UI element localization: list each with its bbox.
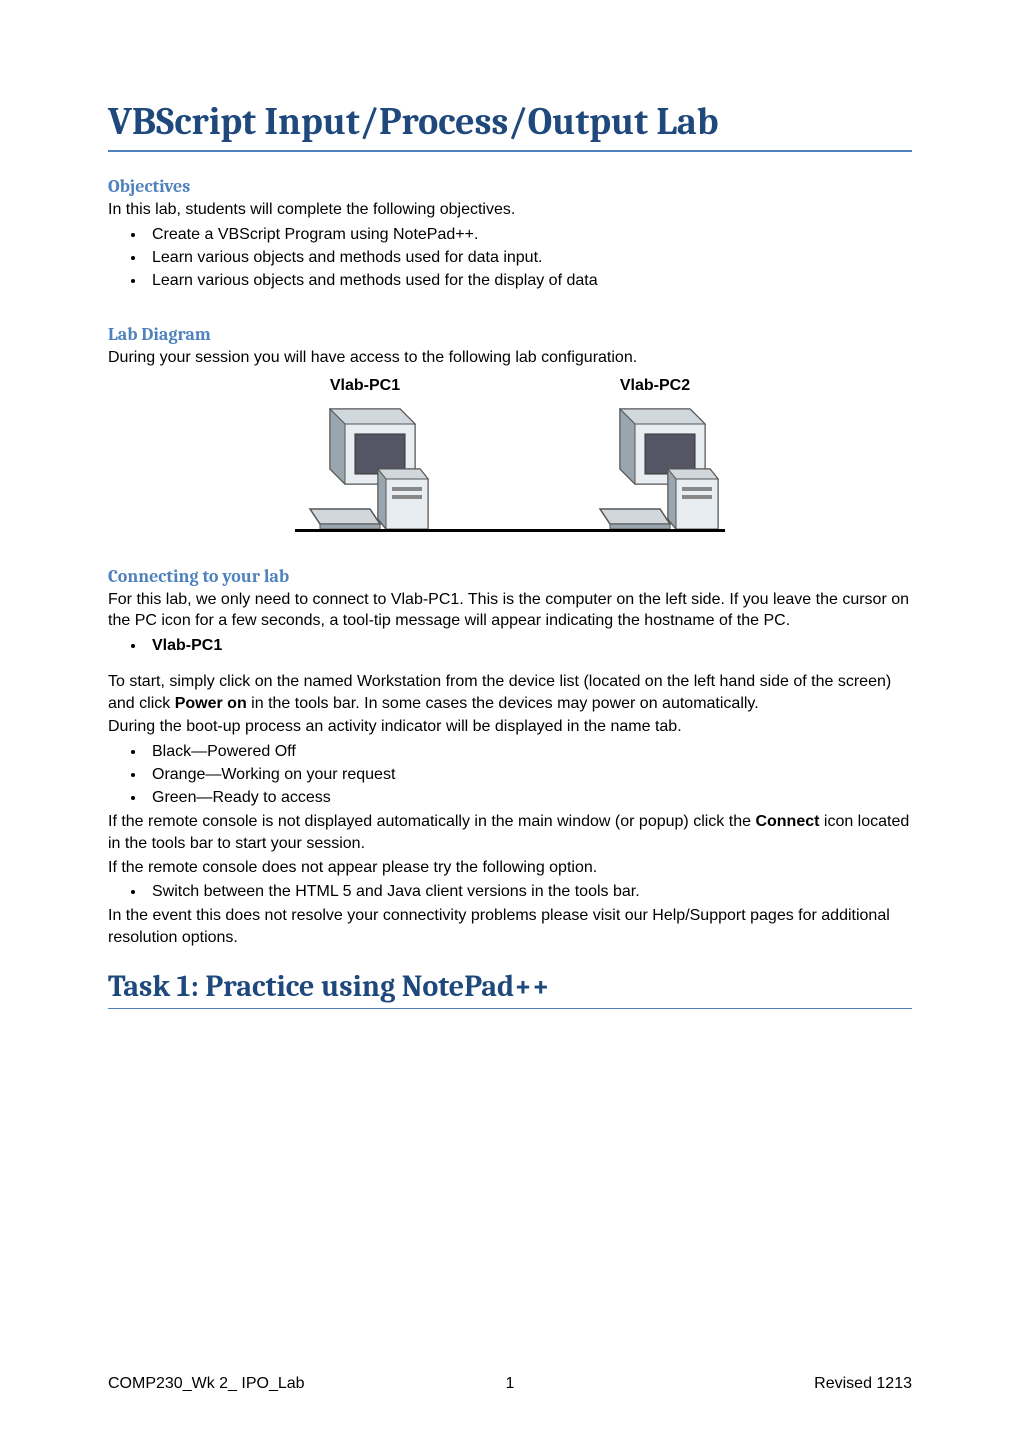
list-item: Create a VBScript Program using NotePad+… <box>146 223 912 246</box>
document-title: VBScript Input/Process/Output Lab <box>108 100 912 152</box>
list-item: Orange—Working on your request <box>146 763 912 786</box>
connecting-p4: If the remote console is not displayed a… <box>108 811 912 854</box>
lab-diagram-heading: Lab Diagram <box>108 324 912 345</box>
pc2-label: Vlab-PC2 <box>620 377 690 395</box>
connecting-heading: Connecting to your lab <box>108 566 912 587</box>
connect-label: Connect <box>755 813 819 830</box>
lab-diagram: Vlab-PC1 <box>108 377 912 534</box>
text: in the tools bar. In some cases the devi… <box>247 695 759 712</box>
status-list: Black—Powered Off Orange—Working on your… <box>146 740 912 810</box>
power-on-label: Power on <box>175 695 247 712</box>
computer-icon <box>590 399 720 549</box>
objectives-list: Create a VBScript Program using NotePad+… <box>146 223 912 293</box>
device-list: Vlab-PC1 <box>146 634 912 657</box>
list-item: Green—Ready to access <box>146 786 912 809</box>
list-item: Black—Powered Off <box>146 740 912 763</box>
list-item: Vlab-PC1 <box>146 634 912 657</box>
network-line <box>295 529 725 532</box>
footer-left: COMP230_Wk 2_ IPO_Lab <box>108 1375 305 1393</box>
computer-icon <box>300 399 430 549</box>
connecting-p2: To start, simply click on the named Work… <box>108 671 912 714</box>
list-item: Learn various objects and methods used f… <box>146 246 912 269</box>
option-list: Switch between the HTML 5 and Java clien… <box>146 880 912 903</box>
connecting-p3: During the boot-up process an activity i… <box>108 716 912 738</box>
connecting-p6: In the event this does not resolve your … <box>108 905 912 948</box>
list-item: Switch between the HTML 5 and Java clien… <box>146 880 912 903</box>
footer-page-number: 1 <box>506 1375 515 1393</box>
connecting-p5: If the remote console does not appear pl… <box>108 857 912 879</box>
text: If the remote console is not displayed a… <box>108 813 755 830</box>
connecting-p1: For this lab, we only need to connect to… <box>108 589 912 632</box>
objectives-heading: Objectives <box>108 176 912 197</box>
page-footer: COMP230_Wk 2_ IPO_Lab 1 Revised 1213 <box>108 1375 912 1393</box>
pc1-label: Vlab-PC1 <box>330 377 400 395</box>
objectives-intro: In this lab, students will complete the … <box>108 199 912 221</box>
list-item: Learn various objects and methods used f… <box>146 269 912 292</box>
task1-heading: Task 1: Practice using NotePad++ <box>108 969 912 1009</box>
footer-right: Revised 1213 <box>814 1375 912 1393</box>
lab-diagram-intro: During your session you will have access… <box>108 347 912 369</box>
